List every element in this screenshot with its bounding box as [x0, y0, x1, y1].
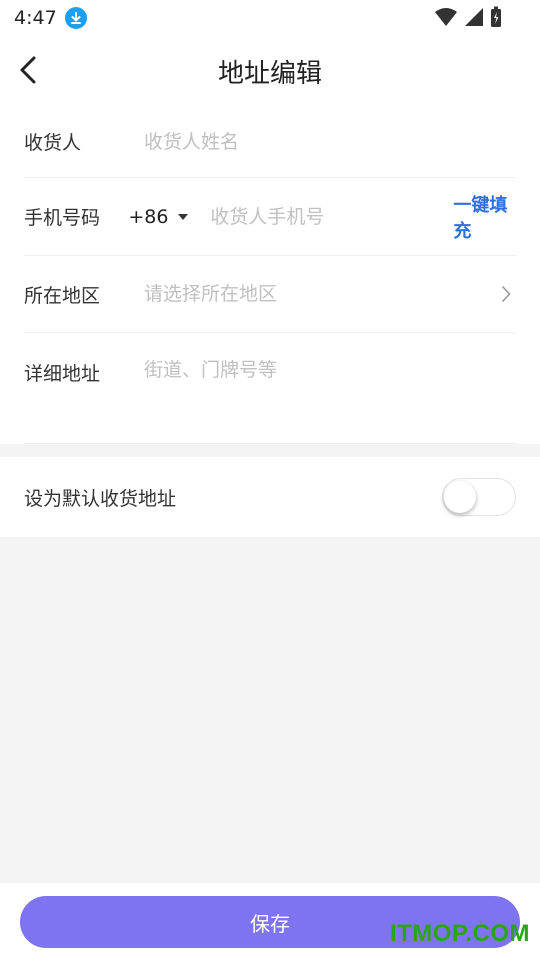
signal-icon [464, 7, 484, 31]
back-arrow-icon [20, 56, 36, 84]
region-input[interactable] [144, 283, 496, 305]
status-icons [434, 6, 502, 32]
watermark: ITMOP.COM [389, 920, 530, 947]
toggle-knob [444, 481, 476, 513]
download-icon [64, 7, 87, 29]
status-bar: 4:47 [0, 0, 540, 36]
default-address-toggle[interactable] [442, 478, 516, 516]
recipient-row: 收货人 [24, 106, 516, 178]
battery-icon [490, 6, 502, 32]
caret-down-icon [178, 213, 189, 220]
phone-input[interactable] [210, 205, 454, 228]
chevron-right-icon [496, 284, 516, 304]
recipient-label: 收货人 [24, 132, 82, 154]
default-address-label: 设为默认收货地址 [24, 487, 177, 510]
address-form: 收货人 手机号码 +86 一键填充 所在地区 详细地址 [0, 106, 540, 444]
default-address-card: 设为默认收货地址 [0, 457, 540, 537]
detail-row: 详细地址 [24, 333, 516, 444]
region-row[interactable]: 所在地区 [24, 256, 516, 333]
detail-label: 详细地址 [24, 363, 101, 385]
wifi-icon [434, 7, 458, 31]
detail-input[interactable] [144, 359, 516, 381]
phone-row: 手机号码 +86 一键填充 [24, 178, 516, 256]
nav-header: 地址编辑 [0, 36, 540, 106]
page-title: 地址编辑 [217, 58, 322, 89]
status-time: 4:47 [14, 7, 57, 29]
country-code-value: +86 [128, 205, 169, 228]
quick-fill-button[interactable]: 一键填充 [453, 191, 516, 243]
country-code-select[interactable]: +86 [128, 205, 189, 228]
phone-label: 手机号码 [24, 207, 101, 229]
recipient-input[interactable] [144, 130, 516, 153]
back-button[interactable] [12, 54, 44, 86]
region-label: 所在地区 [24, 284, 101, 307]
